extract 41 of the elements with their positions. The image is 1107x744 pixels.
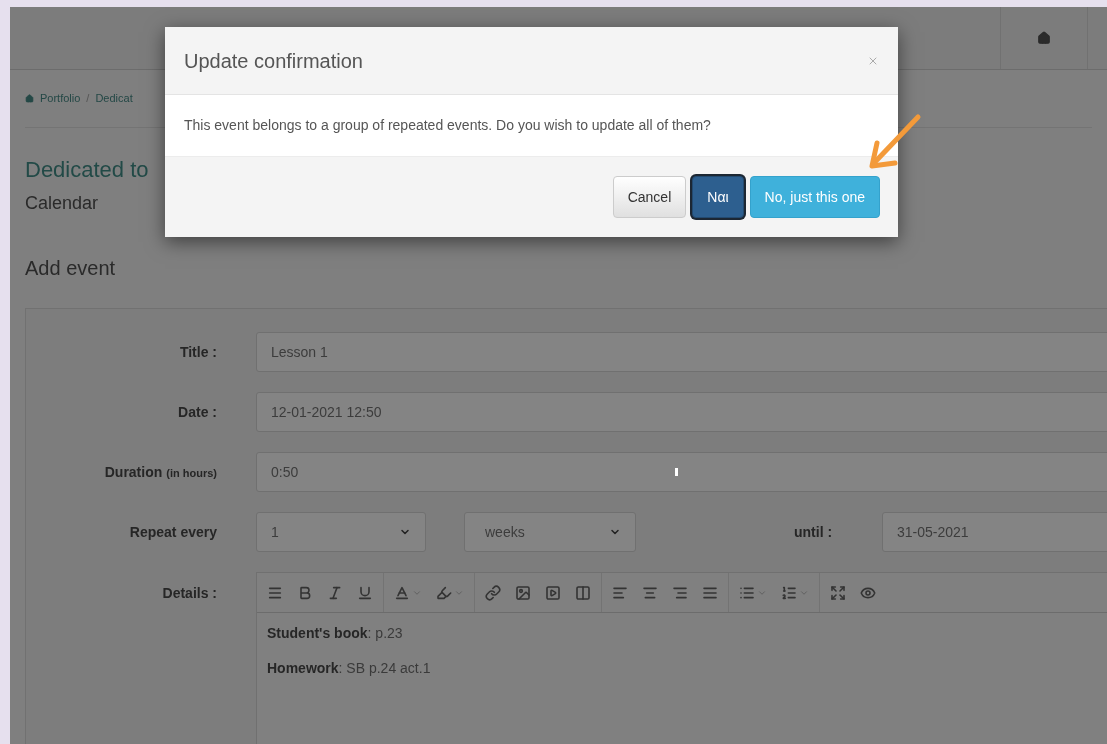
- field-label: Repeat every: [129, 522, 217, 542]
- bold-icon[interactable]: [297, 584, 313, 601]
- page-subtitle: Calendar: [25, 192, 99, 215]
- highlight-icon[interactable]: [436, 584, 452, 601]
- mouse-cursor-icon: [675, 468, 678, 476]
- field-label: Date :: [178, 402, 217, 422]
- underline-icon[interactable]: [357, 584, 373, 601]
- text-input[interactable]: Lesson 1: [256, 332, 1107, 372]
- font-color-icon[interactable]: [394, 584, 410, 601]
- field-label: Duration: [104, 462, 163, 482]
- editor-text-line: Homework: SB p.24 act.1: [267, 659, 432, 678]
- select-field[interactable]: weeks: [464, 512, 636, 552]
- breadcrumb-link[interactable]: Dedicat: [95, 90, 133, 107]
- date-input[interactable]: 31-05-2021: [882, 512, 1107, 552]
- rich-text-editor[interactable]: Student's book: p.23 Homework: SB p.24 act.1: [256, 572, 1107, 744]
- field-label: Title :: [179, 342, 217, 362]
- dialog-title: Update confirmation: [184, 48, 363, 74]
- breadcrumb-separator: /: [86, 91, 90, 107]
- dialog-message: This event belongs to a group of repeated events. Do you wish to update all of them?: [184, 116, 711, 135]
- home-icon[interactable]: [25, 94, 34, 103]
- select-field[interactable]: 1: [256, 512, 426, 552]
- text-input[interactable]: 12-01-2021 12:50: [256, 392, 1107, 432]
- link-icon[interactable]: [485, 584, 501, 601]
- video-icon[interactable]: [545, 584, 561, 601]
- field-label: until :: [794, 522, 834, 542]
- dialog-button[interactable]: Ναι: [692, 176, 744, 218]
- image-icon[interactable]: [515, 584, 531, 601]
- field-note: (in hours): [166, 465, 217, 481]
- page-title: Dedicated to: [25, 156, 149, 184]
- editor-text-line: Student's book: p.23: [267, 624, 404, 643]
- text-input[interactable]: 0:50: [256, 452, 1107, 492]
- breadcrumb-link[interactable]: Portfolio: [40, 90, 81, 107]
- dialog-button[interactable]: No, just this one: [749, 176, 880, 218]
- numbered-list-icon[interactable]: [781, 584, 797, 601]
- field-label: Details :: [162, 584, 217, 603]
- italic-icon[interactable]: [327, 584, 343, 601]
- dialog-button[interactable]: Cancel: [612, 176, 687, 218]
- fullscreen-icon[interactable]: [830, 584, 846, 601]
- section-title: Add event: [25, 256, 116, 281]
- home-icon[interactable]: [1037, 31, 1051, 45]
- columns-icon[interactable]: [575, 584, 591, 601]
